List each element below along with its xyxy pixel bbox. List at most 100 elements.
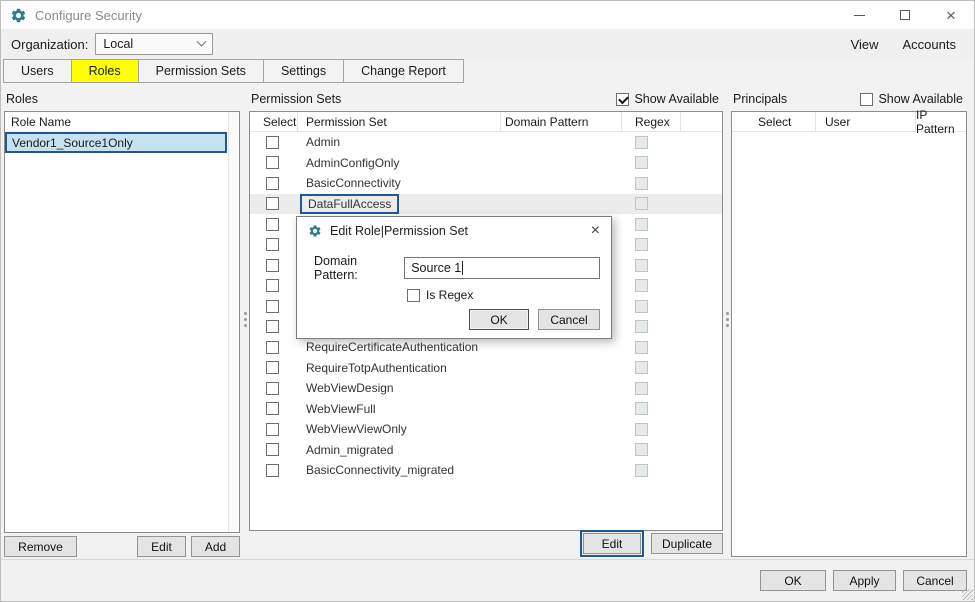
- principals-panel: Principals Show Available Select User IP…: [731, 87, 969, 559]
- select-checkbox[interactable]: [266, 341, 279, 354]
- edit-button-highlight: Edit: [580, 530, 644, 557]
- edit-permission-button[interactable]: Edit: [583, 533, 641, 554]
- regex-checkbox: [635, 177, 648, 190]
- ok-button[interactable]: OK: [469, 309, 529, 330]
- table-row[interactable]: DataFullAccess: [250, 194, 722, 215]
- configure-security-window: Configure Security × Organization: Local…: [0, 0, 975, 602]
- column-header-permission-set[interactable]: Permission Set: [298, 112, 501, 131]
- tab-settings[interactable]: Settings: [264, 59, 344, 83]
- show-available-checkbox[interactable]: [860, 93, 873, 106]
- maximize-button[interactable]: [882, 1, 928, 29]
- select-checkbox[interactable]: [266, 156, 279, 169]
- select-checkbox[interactable]: [266, 320, 279, 333]
- roles-panel: Roles Role Name Vendor1_Source1Only Remo…: [4, 87, 243, 559]
- principals-table: Select User IP Pattern: [731, 111, 967, 557]
- tab-users[interactable]: Users: [3, 59, 72, 83]
- gear-icon: [308, 224, 322, 238]
- table-row[interactable]: AdminConfigOnly: [250, 153, 722, 174]
- show-available-checkbox[interactable]: [616, 93, 629, 106]
- regex-checkbox: [635, 156, 648, 169]
- select-checkbox[interactable]: [266, 218, 279, 231]
- show-available-label: Show Available: [634, 92, 719, 106]
- table-row[interactable]: BasicConnectivity: [250, 173, 722, 194]
- column-header-domain-pattern[interactable]: Domain Pattern: [501, 112, 622, 131]
- close-icon[interactable]: ×: [591, 223, 600, 239]
- select-checkbox[interactable]: [266, 423, 279, 436]
- table-row[interactable]: Admin_migrated: [250, 440, 722, 461]
- regex-checkbox: [635, 218, 648, 231]
- is-regex-label: Is Regex: [426, 288, 473, 302]
- selected-permission-set: DataFullAccess: [300, 194, 399, 214]
- table-row[interactable]: RequireTotpAuthentication: [250, 358, 722, 379]
- select-checkbox[interactable]: [266, 259, 279, 272]
- column-header-select[interactable]: Select: [250, 112, 298, 131]
- ok-button[interactable]: OK: [760, 570, 826, 591]
- table-row[interactable]: WebViewFull: [250, 399, 722, 420]
- column-header-regex[interactable]: Regex: [622, 112, 681, 131]
- close-button[interactable]: ×: [928, 1, 974, 29]
- domain-pattern-input[interactable]: Source 1: [404, 257, 600, 279]
- regex-checkbox: [635, 320, 648, 333]
- is-regex-checkbox[interactable]: [407, 289, 420, 302]
- table-row[interactable]: WebViewViewOnly: [250, 419, 722, 440]
- menu-accounts[interactable]: Accounts: [903, 37, 956, 52]
- tab-permission-sets[interactable]: Permission Sets: [139, 59, 264, 83]
- tab-roles[interactable]: Roles: [72, 59, 139, 83]
- table-row[interactable]: RequireCertificateAuthentication: [250, 337, 722, 358]
- cancel-button[interactable]: Cancel: [903, 570, 967, 591]
- organization-label: Organization:: [11, 37, 88, 52]
- select-checkbox[interactable]: [266, 361, 279, 374]
- select-checkbox[interactable]: [266, 197, 279, 210]
- splitter-grip-icon: [726, 309, 729, 330]
- apply-button[interactable]: Apply: [833, 570, 896, 591]
- gear-icon: [10, 7, 27, 24]
- roles-scrollbar[interactable]: [228, 112, 239, 532]
- remove-button[interactable]: Remove: [4, 536, 77, 557]
- select-checkbox[interactable]: [266, 382, 279, 395]
- regex-checkbox: [635, 197, 648, 210]
- edit-role-button[interactable]: Edit: [137, 536, 186, 557]
- table-row[interactable]: Vendor1_Source1Only: [5, 132, 227, 153]
- dialog-titlebar: Edit Role|Permission Set ×: [297, 217, 611, 245]
- titlebar: Configure Security ×: [1, 1, 974, 29]
- resize-grip[interactable]: [962, 589, 973, 600]
- select-checkbox[interactable]: [266, 177, 279, 190]
- select-checkbox[interactable]: [266, 136, 279, 149]
- text-cursor: [462, 261, 463, 275]
- cancel-button[interactable]: Cancel: [538, 309, 600, 330]
- select-checkbox[interactable]: [266, 464, 279, 477]
- maximize-icon: [900, 10, 910, 20]
- add-role-button[interactable]: Add: [191, 536, 240, 557]
- roles-panel-title: Roles: [6, 92, 38, 106]
- regex-checkbox: [635, 136, 648, 149]
- table-row[interactable]: Admin: [250, 132, 722, 153]
- toolbar: Organization: Local View Accounts: [1, 29, 974, 59]
- organization-dropdown[interactable]: Local: [95, 33, 213, 55]
- column-header-select[interactable]: Select: [732, 112, 816, 131]
- minimize-icon: [854, 15, 865, 16]
- regex-checkbox: [635, 443, 648, 456]
- column-header-user[interactable]: User: [816, 112, 916, 131]
- column-header-ip-pattern[interactable]: IP Pattern: [916, 112, 966, 131]
- principals-panel-title: Principals: [733, 92, 787, 106]
- tab-change-report[interactable]: Change Report: [344, 59, 464, 83]
- table-row[interactable]: WebViewDesign: [250, 378, 722, 399]
- select-checkbox[interactable]: [266, 238, 279, 251]
- select-checkbox[interactable]: [266, 279, 279, 292]
- regex-checkbox: [635, 361, 648, 374]
- footer-bar: OK Apply Cancel: [1, 559, 974, 601]
- role-name-column-header[interactable]: Role Name: [5, 112, 227, 132]
- select-checkbox[interactable]: [266, 300, 279, 313]
- table-row[interactable]: BasicConnectivity_migrated: [250, 460, 722, 481]
- regex-checkbox: [635, 279, 648, 292]
- minimize-button[interactable]: [836, 1, 882, 29]
- domain-pattern-value: Source 1: [411, 261, 461, 275]
- window-title: Configure Security: [35, 8, 142, 23]
- select-checkbox[interactable]: [266, 402, 279, 415]
- regex-checkbox: [635, 259, 648, 272]
- select-checkbox[interactable]: [266, 443, 279, 456]
- duplicate-button[interactable]: Duplicate: [651, 533, 723, 554]
- menu-view[interactable]: View: [851, 37, 879, 52]
- domain-pattern-label: Domain Pattern:: [314, 254, 404, 282]
- role-name: Vendor1_Source1Only: [12, 136, 133, 150]
